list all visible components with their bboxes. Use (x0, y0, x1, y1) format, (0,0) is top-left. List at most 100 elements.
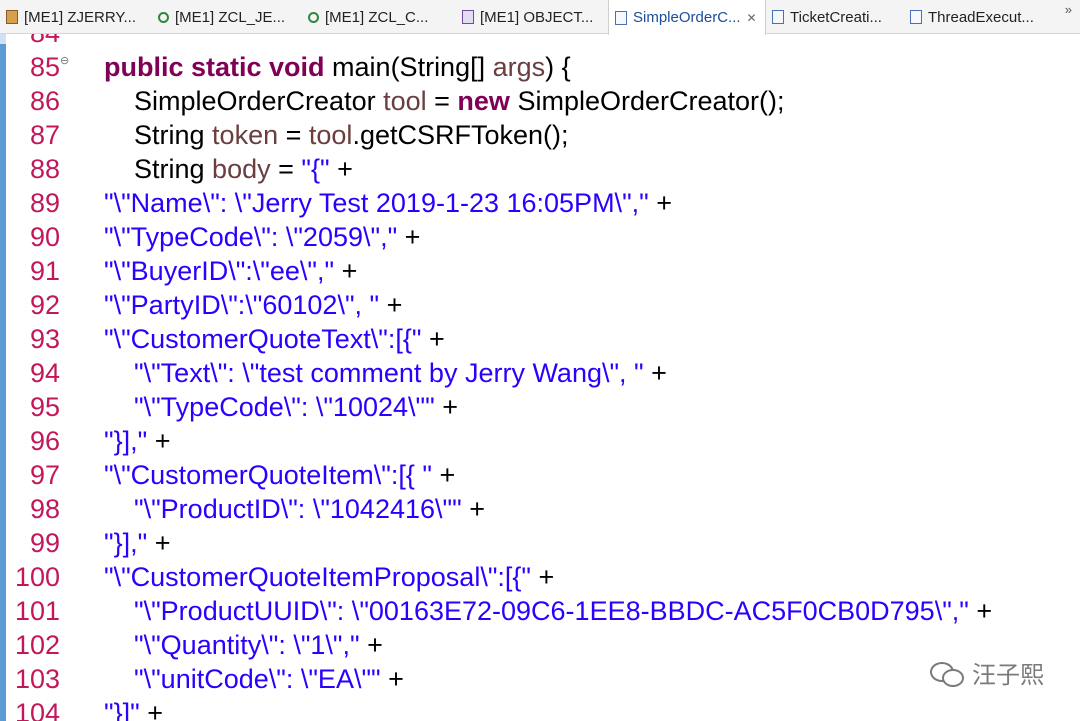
code-line[interactable]: 90 "\"TypeCode\": \"2059\"," + (0, 220, 1080, 254)
abap-program-icon (6, 10, 18, 24)
line-number: 96 (29, 426, 60, 456)
code-token: "\"TypeCode\": \"2059\"," (104, 222, 398, 252)
tab-label: [ME1] ZCL_C... (325, 8, 429, 26)
tab-label: TicketCreati... (790, 8, 882, 26)
code-token: "\"Quantity\": \"1\"," (104, 630, 360, 660)
code-line[interactable]: 93 "\"CustomerQuoteText\":[{" + (0, 322, 1080, 356)
editor-tab-bar: [ME1] ZJERRY... [ME1] ZCL_JE... [ME1] ZC… (0, 0, 1080, 35)
code-token: "\"unitCode\": \"EA\"" (104, 664, 381, 694)
line-number: 100 (14, 562, 60, 592)
code-line[interactable]: 87 String token = tool.getCSRFToken(); (0, 118, 1080, 152)
code-token: + (531, 562, 555, 592)
code-line[interactable]: 86 SimpleOrderCreator tool = new SimpleO… (0, 84, 1080, 118)
tab-ticketcreation[interactable]: TicketCreati... (766, 0, 902, 34)
line-number: 101 (14, 596, 60, 626)
code-text: "\"PartyID\":\"60102\", " + (104, 288, 402, 322)
code-text: "\"CustomerQuoteItemProposal\":[{" + (104, 560, 554, 594)
code-text: "\"TypeCode\": \"10024\"" + (104, 390, 458, 424)
code-text: "\"CustomerQuoteText\":[{" + (104, 322, 445, 356)
watermark-text: 汪子熙 (972, 662, 1044, 689)
code-token: + (359, 630, 383, 660)
code-token: "\"ProductUUID\": \"00163E72-09C6-1EE8-B… (104, 596, 969, 626)
code-text: "\"Name\": \"Jerry Test 2019-1-23 16:05P… (104, 186, 672, 220)
code-line[interactable]: 104 "}]" + (0, 696, 1080, 721)
code-token: new (457, 86, 510, 116)
code-line[interactable]: 103 "\"unitCode\": \"EA\"" + (0, 662, 1080, 696)
code-token: + (329, 154, 353, 184)
code-text: "\"Quantity\": \"1\"," + (104, 628, 383, 662)
code-text: "\"unitCode\": \"EA\"" + (104, 662, 404, 696)
code-token: + (334, 256, 358, 286)
code-token: + (431, 460, 456, 490)
code-text: SimpleOrderCreator tool = new SimpleOrde… (104, 84, 785, 118)
tab-object[interactable]: [ME1] OBJECT... (456, 0, 606, 34)
code-token: + (643, 358, 667, 388)
code-line[interactable]: 94 "\"Text\": \"test comment by Jerry Wa… (0, 356, 1080, 390)
java-file-icon (910, 10, 922, 24)
line-number: 89 (29, 188, 60, 218)
line-number: 95 (29, 392, 60, 422)
code-token: SimpleOrderCreator (104, 86, 384, 116)
code-text: "\"ProductID\": \"1042416\"" + (104, 492, 485, 526)
code-token: "}]" (104, 698, 140, 721)
code-line[interactable]: 89 "\"Name\": \"Jerry Test 2019-1-23 16:0… (0, 186, 1080, 220)
code-text: String body = "{" + (104, 152, 353, 186)
abap-class-icon (308, 11, 319, 23)
code-line[interactable]: 97 "\"CustomerQuoteItem\":[{ " + (0, 458, 1080, 492)
fold-toggle-icon[interactable]: ⊖ (60, 44, 69, 78)
code-token: "\"ProductID\": \"1042416\"" (104, 494, 462, 524)
code-token: + (139, 698, 163, 721)
tab-threadexecutor[interactable]: ThreadExecut... (904, 0, 1046, 34)
code-token: String (104, 120, 213, 150)
code-line[interactable]: 96 "}]," + (0, 424, 1080, 458)
code-token: = (278, 120, 309, 150)
line-number: 84 (0, 34, 60, 50)
code-text: "\"CustomerQuoteItem\":[{ " + (104, 458, 455, 492)
code-line[interactable]: 84 (0, 34, 1080, 50)
code-token: + (147, 426, 171, 456)
abap-object-icon (462, 10, 474, 24)
code-token: "{" (301, 154, 330, 184)
line-number: 85 (29, 52, 60, 82)
code-line[interactable]: 101 "\"ProductUUID\": \"00163E72-09C6-1E… (0, 594, 1080, 628)
code-token: "\"TypeCode\": \"10024\"" (104, 392, 435, 422)
code-token: + (968, 596, 993, 626)
tab-overflow-icon[interactable]: » (1065, 2, 1072, 17)
code-token: ) { (545, 52, 571, 82)
code-line[interactable]: 95 "\"TypeCode\": \"10024\"" + (0, 390, 1080, 424)
code-line[interactable]: 88 String body = "{" + (0, 152, 1080, 186)
code-token: + (461, 494, 485, 524)
code-token: "\"Name\": \"Jerry Test 2019-1-23 16:05P… (104, 188, 649, 218)
code-token: tool (308, 120, 353, 150)
line-number: 92 (29, 290, 60, 320)
code-line[interactable]: 102 "\"Quantity\": \"1\"," + (0, 628, 1080, 662)
code-token: "}]," (104, 426, 148, 456)
code-line[interactable]: 85 ⊖ public static void main(String[] args… (0, 50, 1080, 84)
code-token: "\"CustomerQuoteItemProposal\":[{" (104, 562, 532, 592)
code-token: SimpleOrderCreator(); (509, 86, 785, 116)
code-line[interactable]: 91 "\"BuyerID\":\"ee\"," + (0, 254, 1080, 288)
code-token: = (426, 86, 458, 116)
line-number: 98 (29, 494, 60, 524)
tab-zjerry[interactable]: [ME1] ZJERRY... (0, 0, 150, 34)
close-icon[interactable]: ✕ (747, 11, 757, 25)
code-line[interactable]: 92 "\"PartyID\":\"60102\", " + (0, 288, 1080, 322)
code-text: "\"Text\": \"test comment by Jerry Wang\… (104, 356, 667, 390)
tab-label: ThreadExecut... (928, 8, 1034, 26)
tab-zcl-je[interactable]: [ME1] ZCL_JE... (152, 0, 300, 34)
code-token: = (270, 154, 302, 184)
tab-simpleordercreator[interactable]: SimpleOrderC... ✕ (608, 0, 766, 35)
tab-label: [ME1] ZJERRY... (24, 8, 136, 26)
tab-label: [ME1] OBJECT... (480, 8, 594, 26)
code-line[interactable]: 99 "}]," + (0, 526, 1080, 560)
tab-zcl-c[interactable]: [ME1] ZCL_C... (302, 0, 452, 34)
code-line[interactable]: 98 "\"ProductID\": \"1042416\"" + (0, 492, 1080, 526)
code-token: + (379, 290, 403, 320)
code-token: token (212, 120, 279, 150)
code-text: "\"ProductUUID\": \"00163E72-09C6-1EE8-B… (104, 594, 992, 628)
line-number: 99 (29, 528, 60, 558)
java-file-icon (615, 10, 627, 25)
line-number: 90 (29, 222, 60, 252)
code-line[interactable]: 100 "\"CustomerQuoteItemProposal\":[{" + (0, 560, 1080, 594)
code-editor[interactable]: 8485⊖public static void main(String[] ar… (0, 34, 1080, 721)
